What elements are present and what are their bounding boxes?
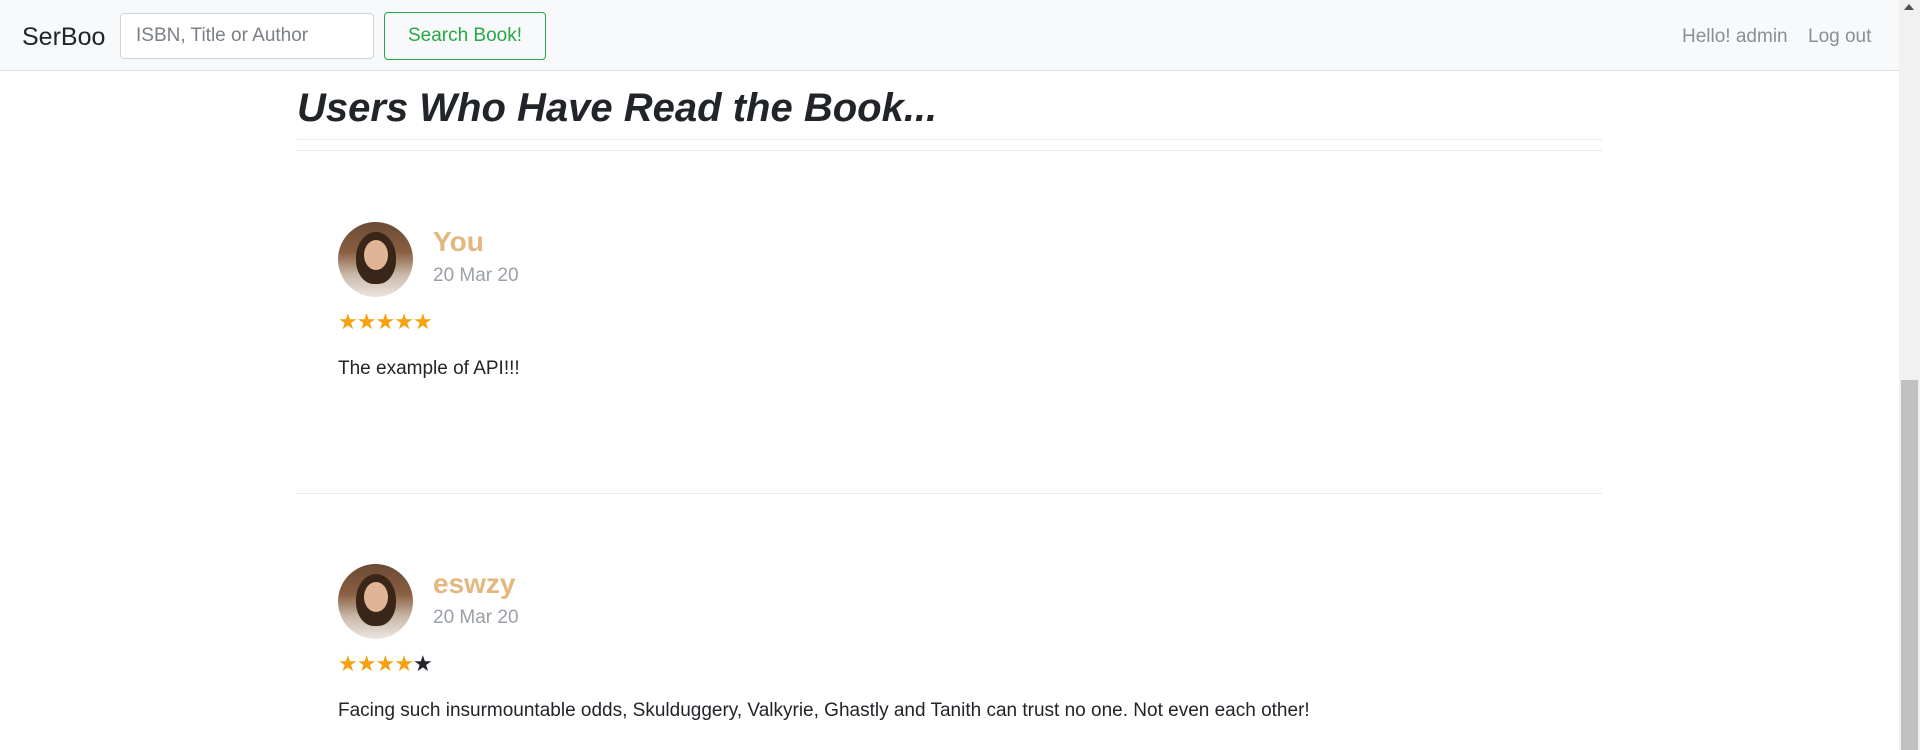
star-filled-icon: ★ <box>356 651 377 676</box>
divider <box>297 493 1602 494</box>
review-date: 20 Mar 20 <box>433 607 519 628</box>
avatar <box>338 222 413 297</box>
star-filled-icon: ★ <box>394 309 414 334</box>
vertical-scrollbar[interactable] <box>1899 0 1920 750</box>
review-username: eswzy <box>433 568 516 599</box>
star-empty-icon: ★ <box>412 651 433 676</box>
star-rating: ★★★★★ <box>338 309 433 334</box>
scrollbar-thumb[interactable] <box>1901 380 1918 750</box>
search-input[interactable] <box>120 13 374 59</box>
star-filled-icon: ★ <box>375 309 395 334</box>
review-text: The example of API!!! <box>338 358 520 379</box>
user-greeting: Hello! admin <box>1682 26 1788 47</box>
star-filled-icon: ★ <box>412 309 433 334</box>
divider <box>297 139 1602 140</box>
logout-link[interactable]: Log out <box>1808 24 1871 50</box>
navbar: SerBoo Search Book! Hello! admin Log out <box>0 0 1899 71</box>
star-filled-icon: ★ <box>356 309 377 334</box>
section-title: Users Who Have Read the Book... <box>297 86 938 130</box>
review-date: 20 Mar 20 <box>433 265 519 286</box>
star-filled-icon: ★ <box>338 309 358 334</box>
avatar <box>338 564 413 639</box>
review-username: You <box>433 226 484 257</box>
brand-logo[interactable]: SerBoo <box>22 22 105 52</box>
star-filled-icon: ★ <box>375 651 395 676</box>
scroll-up-arrow-icon[interactable] <box>1904 4 1914 10</box>
search-book-button[interactable]: Search Book! <box>384 12 546 60</box>
star-filled-icon: ★ <box>394 651 414 676</box>
review-text: Facing such insurmountable odds, Skuldug… <box>338 700 1310 721</box>
divider <box>297 150 1602 151</box>
star-rating: ★★★★★ <box>338 651 433 676</box>
star-filled-icon: ★ <box>338 651 358 676</box>
